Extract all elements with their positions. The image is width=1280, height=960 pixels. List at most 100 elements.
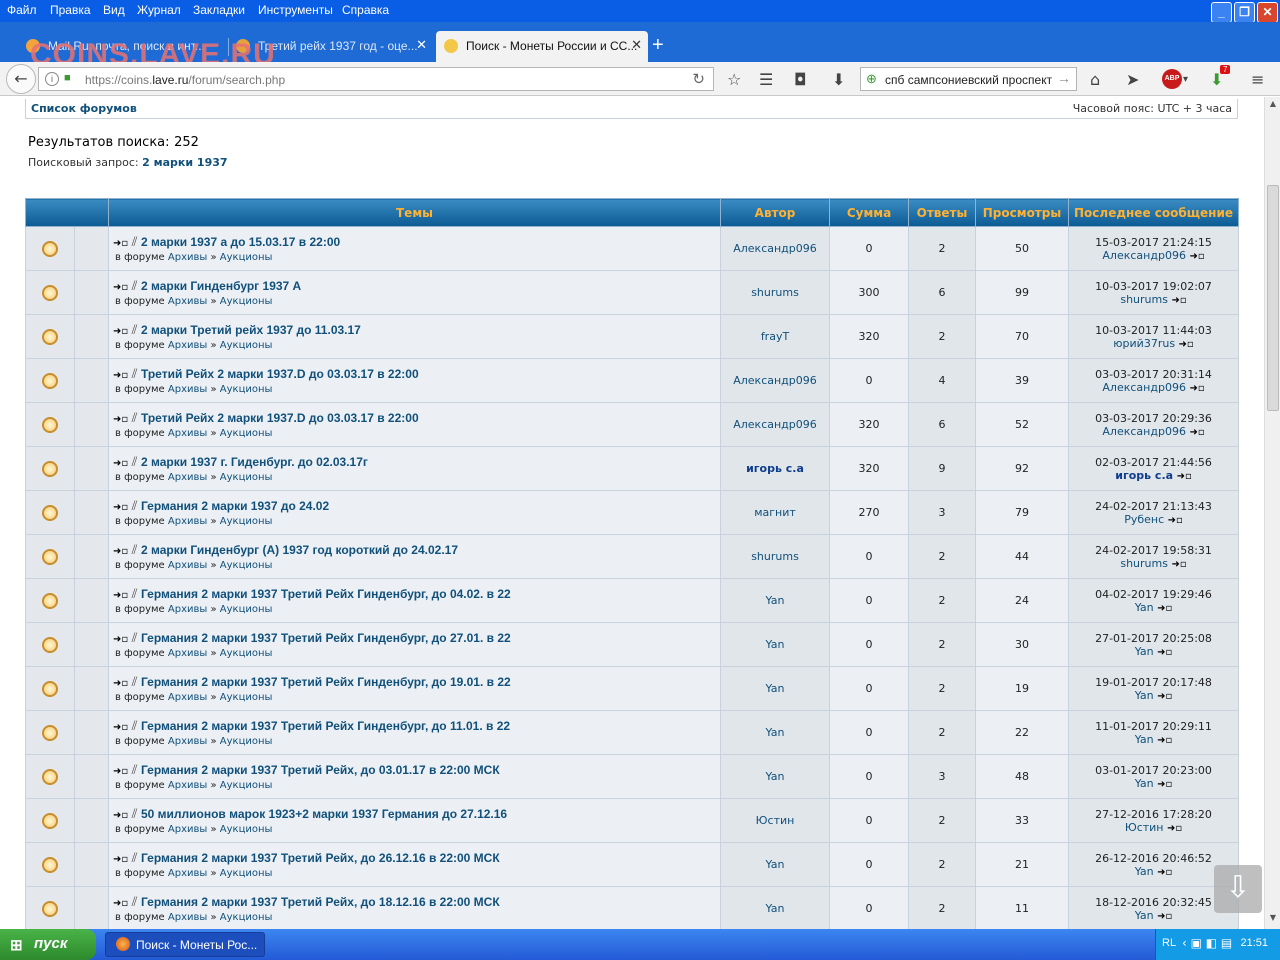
goto-last-post-icon[interactable]: ➜▫ bbox=[1189, 383, 1204, 394]
goto-new-post-icon[interactable]: ➜▫ bbox=[113, 590, 128, 601]
last-post-user-link[interactable]: Александр096 bbox=[1102, 425, 1186, 438]
forum-archive-link[interactable]: Архивы bbox=[168, 252, 207, 263]
author-link[interactable]: Александр096 bbox=[733, 418, 817, 431]
tab-close-icon[interactable]: ✕ bbox=[416, 37, 427, 53]
reader-list-icon[interactable]: ☰ bbox=[759, 70, 773, 89]
topic-title-link[interactable]: Германия 2 марки 1937 Третий Рейх Гинден… bbox=[141, 631, 511, 645]
last-post-user-link[interactable]: Рубенс bbox=[1124, 513, 1164, 526]
author-link[interactable]: Александр096 bbox=[733, 242, 817, 255]
goto-last-post-icon[interactable]: ➜▫ bbox=[1167, 823, 1182, 834]
goto-last-post-icon[interactable]: ➜▫ bbox=[1157, 735, 1172, 746]
author-link[interactable]: Юстин bbox=[756, 814, 795, 827]
goto-last-post-icon[interactable]: ➜▫ bbox=[1157, 779, 1172, 790]
last-post-user-link[interactable]: shurums bbox=[1120, 557, 1168, 570]
forum-archive-link[interactable]: Архивы bbox=[168, 384, 207, 395]
minimize-button[interactable]: _ bbox=[1211, 2, 1232, 23]
forum-auctions-link[interactable]: Аукционы bbox=[220, 252, 273, 263]
lock-icon[interactable]: ■ bbox=[64, 72, 71, 84]
forum-archive-link[interactable]: Архивы bbox=[168, 560, 207, 571]
taskbar-firefox-item[interactable]: Поиск - Монеты Рос... bbox=[105, 932, 265, 957]
last-post-user-link[interactable]: юрий37rus bbox=[1113, 337, 1175, 350]
forum-archive-link[interactable]: Архивы bbox=[168, 428, 207, 439]
topic-title-link[interactable]: 2 марки Гинденбург (А) 1937 год короткий… bbox=[141, 543, 458, 557]
tab-search-active[interactable]: Поиск - Монеты России и СС... ✕ bbox=[436, 31, 648, 62]
author-link[interactable]: Yan bbox=[766, 682, 785, 695]
scroll-down-arrow-icon[interactable]: ⇩ bbox=[1214, 865, 1262, 913]
menu-tools[interactable]: Инструменты bbox=[258, 3, 333, 17]
start-button[interactable]: ⊞ пуск bbox=[0, 929, 96, 960]
close-window-button[interactable]: ✕ bbox=[1257, 2, 1278, 23]
menu-bookmarks[interactable]: Закладки bbox=[193, 3, 245, 17]
goto-last-post-icon[interactable]: ➜▫ bbox=[1189, 251, 1204, 262]
goto-new-post-icon[interactable]: ➜▫ bbox=[113, 678, 128, 689]
reload-icon[interactable]: ↻ bbox=[692, 70, 705, 88]
goto-last-post-icon[interactable]: ➜▫ bbox=[1157, 647, 1172, 658]
last-post-user-link[interactable]: игорь с.а bbox=[1115, 469, 1173, 482]
forum-auctions-link[interactable]: Аукционы bbox=[220, 868, 273, 879]
info-icon[interactable]: i bbox=[45, 72, 59, 86]
topic-title-link[interactable]: 2 марки Третий рейх 1937 до 11.03.17 bbox=[141, 323, 361, 337]
author-link[interactable]: магнит bbox=[754, 506, 796, 519]
goto-new-post-icon[interactable]: ➜▫ bbox=[113, 854, 128, 865]
forum-archive-link[interactable]: Архивы bbox=[168, 692, 207, 703]
author-link[interactable]: Александр096 bbox=[733, 374, 817, 387]
search-go-arrow-icon[interactable]: → bbox=[1057, 70, 1071, 86]
goto-new-post-icon[interactable]: ➜▫ bbox=[113, 634, 128, 645]
goto-last-post-icon[interactable]: ➜▫ bbox=[1157, 867, 1172, 878]
adblock-icon[interactable]: ABP bbox=[1162, 69, 1182, 89]
forum-archive-link[interactable]: Архивы bbox=[168, 912, 207, 923]
tab-close-icon[interactable]: ✕ bbox=[631, 37, 642, 53]
goto-new-post-icon[interactable]: ➜▫ bbox=[113, 722, 128, 733]
forum-archive-link[interactable]: Архивы bbox=[168, 472, 207, 483]
last-post-user-link[interactable]: shurums bbox=[1120, 293, 1168, 306]
goto-last-post-icon[interactable]: ➜▫ bbox=[1168, 515, 1183, 526]
last-post-user-link[interactable]: Yan bbox=[1135, 645, 1154, 658]
forum-archive-link[interactable]: Архивы bbox=[168, 780, 207, 791]
topic-title-link[interactable]: Германия 2 марки 1937 до 24.02 bbox=[141, 499, 329, 513]
search-input[interactable]: спб сампсониевский проспект bbox=[885, 73, 1052, 87]
last-post-user-link[interactable]: Александр096 bbox=[1102, 249, 1186, 262]
home-icon[interactable]: ⌂ bbox=[1090, 70, 1100, 89]
forum-auctions-link[interactable]: Аукционы bbox=[220, 648, 273, 659]
goto-last-post-icon[interactable]: ➜▫ bbox=[1171, 559, 1186, 570]
goto-new-post-icon[interactable]: ➜▫ bbox=[113, 238, 128, 249]
goto-new-post-icon[interactable]: ➜▫ bbox=[113, 458, 128, 469]
scrollbar-thumb[interactable] bbox=[1267, 185, 1279, 411]
goto-last-post-icon[interactable]: ➜▫ bbox=[1179, 339, 1194, 350]
topic-title-link[interactable]: Германия 2 марки 1937 Третий Рейх, до 26… bbox=[141, 851, 500, 865]
chevron-down-icon[interactable]: ▾ bbox=[1183, 74, 1188, 85]
author-link[interactable]: Yan bbox=[766, 726, 785, 739]
goto-new-post-icon[interactable]: ➜▫ bbox=[113, 502, 128, 513]
forum-auctions-link[interactable]: Аукционы bbox=[220, 428, 273, 439]
forum-archive-link[interactable]: Архивы bbox=[168, 296, 207, 307]
goto-last-post-icon[interactable]: ➜▫ bbox=[1189, 427, 1204, 438]
forum-archive-link[interactable]: Архивы bbox=[168, 736, 207, 747]
author-link[interactable]: игорь с.а bbox=[746, 462, 804, 475]
goto-last-post-icon[interactable]: ➜▫ bbox=[1157, 691, 1172, 702]
goto-new-post-icon[interactable]: ➜▫ bbox=[113, 898, 128, 909]
bookmark-star-icon[interactable]: ☆ bbox=[727, 70, 741, 89]
forum-auctions-link[interactable]: Аукционы bbox=[220, 692, 273, 703]
forum-archive-link[interactable]: Архивы bbox=[168, 604, 207, 615]
scroll-down-small-arrow-icon[interactable]: ▼ bbox=[1267, 913, 1279, 927]
topic-title-link[interactable]: Третий Рейх 2 марки 1937.D до 03.03.17 в… bbox=[141, 367, 419, 381]
topic-title-link[interactable]: 2 марки 1937 а до 15.03.17 в 22:00 bbox=[141, 235, 340, 249]
menu-history[interactable]: Журнал bbox=[137, 3, 181, 17]
forum-auctions-link[interactable]: Аукционы bbox=[220, 516, 273, 527]
goto-new-post-icon[interactable]: ➜▫ bbox=[113, 766, 128, 777]
last-post-user-link[interactable]: Yan bbox=[1135, 689, 1154, 702]
menu-file[interactable]: Файл bbox=[7, 3, 37, 17]
pocket-icon[interactable]: ◘ bbox=[794, 70, 807, 89]
forum-list-link[interactable]: Список форумов bbox=[31, 102, 137, 115]
author-link[interactable]: shurums bbox=[751, 550, 799, 563]
goto-new-post-icon[interactable]: ➜▫ bbox=[113, 810, 128, 821]
forum-auctions-link[interactable]: Аукционы bbox=[220, 736, 273, 747]
goto-new-post-icon[interactable]: ➜▫ bbox=[113, 414, 128, 425]
topic-title-link[interactable]: 2 марки 1937 г. Гиденбург. до 02.03.17г bbox=[141, 455, 368, 469]
forum-archive-link[interactable]: Архивы bbox=[168, 648, 207, 659]
tab-reich[interactable]: Третий рейх 1937 год - оце... ✕ bbox=[228, 31, 433, 62]
last-post-user-link[interactable]: Yan bbox=[1135, 777, 1154, 790]
download-arrow-icon[interactable]: ⬇ bbox=[832, 70, 845, 89]
hamburger-menu-icon[interactable]: ≡ bbox=[1251, 70, 1264, 89]
goto-new-post-icon[interactable]: ➜▫ bbox=[113, 282, 128, 293]
